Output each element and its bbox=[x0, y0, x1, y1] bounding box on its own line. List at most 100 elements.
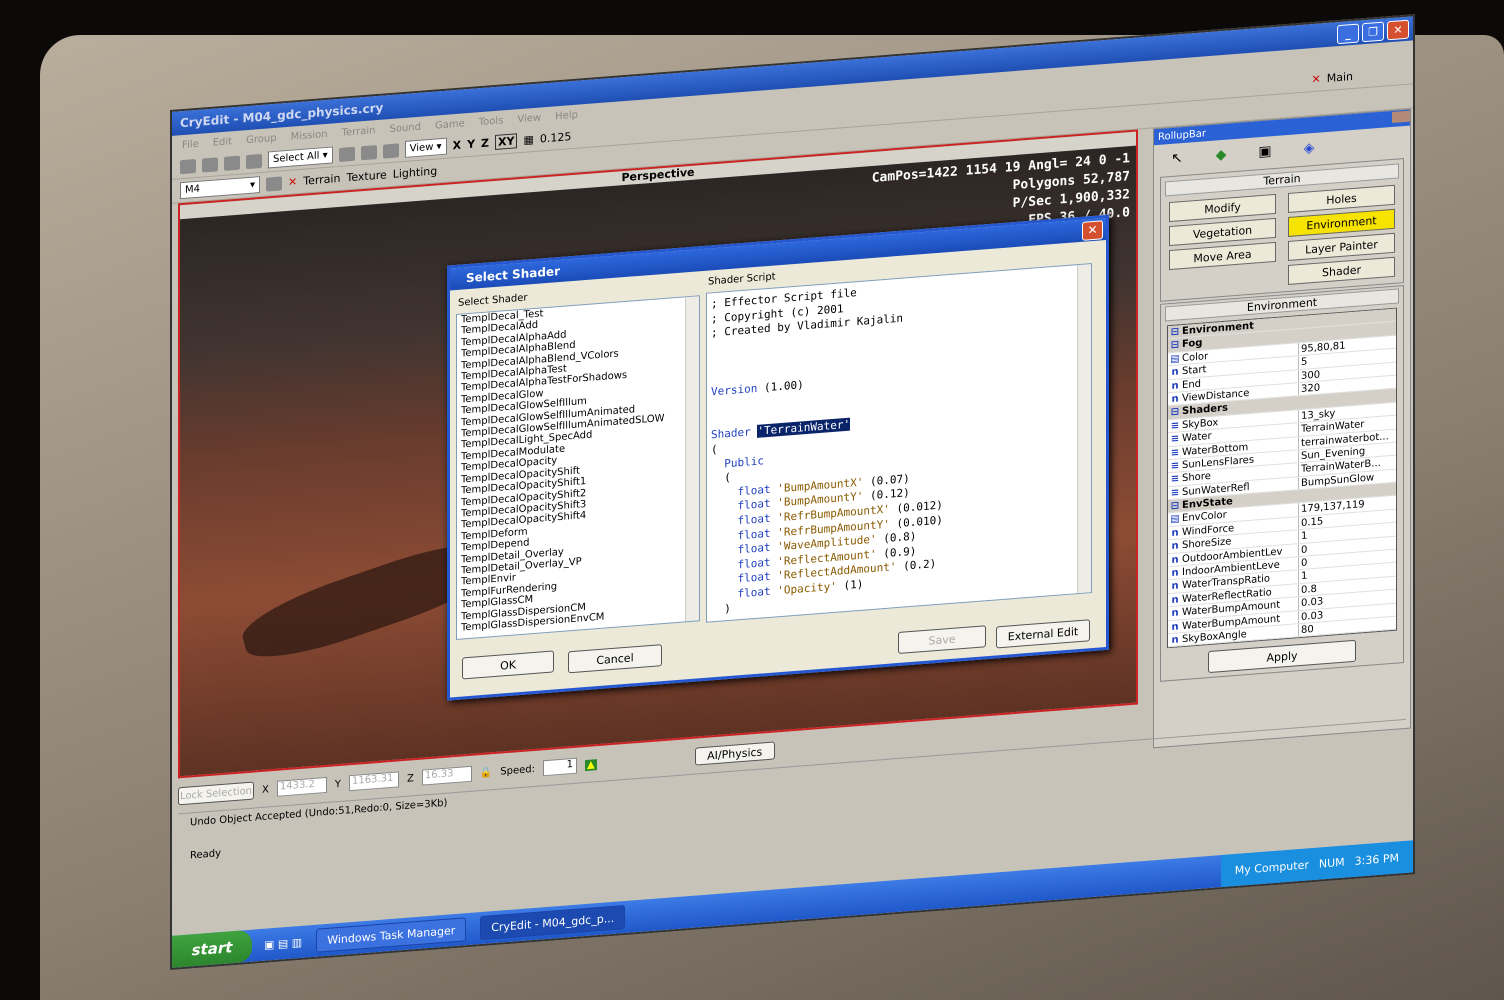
script-param-value: (0.010) bbox=[896, 513, 943, 530]
delete-icon[interactable]: ✕ bbox=[1312, 72, 1321, 86]
texture-tab[interactable]: Texture bbox=[346, 168, 386, 184]
axis-xy-button[interactable]: XY bbox=[495, 133, 518, 150]
grid-size[interactable]: 0.125 bbox=[540, 130, 572, 145]
redo-icon[interactable] bbox=[246, 153, 262, 169]
number-prop-icon: n bbox=[1171, 580, 1179, 593]
shader-script-editor[interactable]: ; Effector Script file ; Copyright (c) 2… bbox=[706, 263, 1092, 623]
rollup-button-modify[interactable]: Modify bbox=[1169, 193, 1276, 223]
rotate-icon[interactable] bbox=[382, 142, 399, 159]
undo-icon[interactable] bbox=[224, 155, 240, 171]
axis-y-button[interactable]: Y bbox=[467, 138, 475, 152]
main-button[interactable]: Main bbox=[1327, 65, 1413, 85]
rollup-button-move-area[interactable]: Move Area bbox=[1169, 241, 1276, 271]
shader-list[interactable]: TemplDecal_Test TemplDecalAdd TemplDecalAl… bbox=[456, 295, 700, 640]
menu-item-sound[interactable]: Sound bbox=[389, 121, 421, 134]
display-tab-icon[interactable]: ▣ bbox=[1250, 140, 1280, 164]
shader-script-label: Shader Script bbox=[708, 271, 776, 288]
color-prop-icon: ▤ bbox=[1170, 513, 1180, 526]
move-icon[interactable] bbox=[360, 144, 377, 160]
string-prop-icon: ≡ bbox=[1170, 487, 1180, 499]
save-icon[interactable] bbox=[202, 156, 218, 173]
task-manager-task[interactable]: Windows Task Manager bbox=[316, 917, 467, 953]
lock-icon[interactable]: 🔒 bbox=[480, 767, 492, 779]
script-param-type: float bbox=[737, 497, 771, 513]
menu-item-group[interactable]: Group bbox=[246, 132, 276, 145]
y-field[interactable]: 1163.31 bbox=[348, 771, 399, 792]
script-shader-keyword: Shader bbox=[711, 425, 751, 442]
script-open-paren: ( bbox=[711, 442, 718, 457]
menu-item-edit[interactable]: Edit bbox=[213, 136, 232, 148]
collapse-icon: ⊟ bbox=[1170, 406, 1180, 419]
axis-z-button[interactable]: Z bbox=[481, 136, 489, 150]
terrain-tab-icon[interactable]: ◆ bbox=[1206, 143, 1236, 167]
layers-tab-icon[interactable]: ◈ bbox=[1294, 136, 1324, 160]
script-param-name: 'Opacity' bbox=[777, 579, 837, 598]
menu-item-game[interactable]: Game bbox=[435, 118, 465, 131]
terrain-follow-icon[interactable]: ▲ bbox=[585, 758, 597, 771]
rollup-bar: RollupBar ↖ ◆ ▣ ◈ Terrain Modify Holes Veg… bbox=[1153, 108, 1411, 749]
remove-icon[interactable]: ✕ bbox=[288, 175, 297, 189]
script-scrollbar[interactable] bbox=[1077, 264, 1091, 594]
menu-item-tools[interactable]: Tools bbox=[479, 115, 504, 128]
shader-list-label: Select Shader bbox=[458, 292, 528, 309]
minimize-button[interactable]: _ bbox=[1337, 23, 1359, 44]
save-button[interactable]: Save bbox=[898, 625, 986, 654]
ok-button[interactable]: OK bbox=[462, 650, 554, 680]
select-tab-icon[interactable]: ↖ bbox=[1162, 146, 1192, 170]
rollup-button-holes[interactable]: Holes bbox=[1288, 184, 1395, 213]
script-version-keyword: Version bbox=[711, 381, 758, 398]
select-icon[interactable] bbox=[338, 146, 355, 162]
view-combo[interactable]: View ▾ bbox=[404, 137, 447, 158]
string-prop-icon: ≡ bbox=[1170, 460, 1180, 472]
shader-list-scrollbar[interactable] bbox=[685, 296, 699, 622]
script-param-value: (0.8) bbox=[883, 529, 917, 546]
x-field[interactable]: 1433.2 bbox=[276, 776, 327, 797]
number-prop-icon: n bbox=[1171, 594, 1179, 606]
terrain-group: Terrain Modify Holes Vegetation Environment… bbox=[1160, 158, 1404, 302]
maximize-button[interactable]: ❐ bbox=[1362, 21, 1384, 42]
external-edit-button[interactable]: External Edit bbox=[996, 619, 1090, 649]
environment-group: Environment ⊟ Environment ⊟ Fog ▤ Color 95,80,… bbox=[1160, 110, 1410, 683]
script-param-value: (0.9) bbox=[883, 544, 917, 560]
speed-field[interactable]: 1 bbox=[543, 757, 577, 777]
rollup-button-layer-painter[interactable]: Layer Painter bbox=[1288, 232, 1395, 261]
rollup-button-vegetation[interactable]: Vegetation bbox=[1169, 217, 1276, 247]
number-prop-icon: n bbox=[1171, 540, 1179, 553]
number-prop-icon: n bbox=[1171, 379, 1179, 392]
string-prop-icon: ≡ bbox=[1170, 433, 1180, 446]
cryedit-task[interactable]: CryEdit - M04_gdc_p... bbox=[480, 904, 626, 941]
select-shader-dialog: Select Shader ✕ Select Shader Shader Scr… bbox=[447, 214, 1109, 701]
menu-item-mission[interactable]: Mission bbox=[291, 128, 328, 142]
close-button[interactable]: ✕ bbox=[1387, 19, 1409, 40]
select-all-combo[interactable]: Select All ▾ bbox=[268, 146, 333, 169]
grid-icon: ▦ bbox=[523, 133, 534, 147]
menu-item-file[interactable]: File bbox=[182, 138, 199, 150]
speed-label: Speed: bbox=[500, 763, 535, 778]
terrain-tab[interactable]: Terrain bbox=[303, 172, 340, 188]
lighting-tab[interactable]: Lighting bbox=[393, 164, 437, 180]
menu-item-view[interactable]: View bbox=[517, 112, 541, 125]
open-icon[interactable] bbox=[180, 158, 196, 174]
my-computer-label[interactable]: My Computer bbox=[1235, 858, 1309, 877]
color-swatch[interactable] bbox=[1392, 110, 1410, 123]
start-button[interactable]: start bbox=[172, 929, 252, 968]
ai-physics-button[interactable]: AI/Physics bbox=[694, 741, 775, 766]
lock-selection-button[interactable]: Lock Selection bbox=[178, 781, 254, 806]
cancel-button[interactable]: Cancel bbox=[568, 644, 662, 674]
rollup-button-shader[interactable]: Shader bbox=[1288, 256, 1395, 285]
dialog-close-button[interactable]: ✕ bbox=[1082, 219, 1103, 241]
axis-x-button[interactable]: X bbox=[453, 139, 461, 153]
rollup-button-environment[interactable]: Environment bbox=[1288, 208, 1395, 237]
string-prop-icon: ≡ bbox=[1170, 446, 1180, 459]
apply-button[interactable]: Apply bbox=[1208, 640, 1356, 674]
quicklaunch-icons[interactable]: ▣ ▤ ▥ bbox=[264, 935, 302, 951]
script-param-value: (1) bbox=[843, 577, 864, 593]
menu-item-help[interactable]: Help bbox=[555, 109, 578, 122]
layer-combo[interactable]: M4 ▾ bbox=[180, 176, 260, 200]
z-field[interactable]: 16.33 bbox=[421, 765, 472, 786]
color-prop-icon: ▤ bbox=[1170, 353, 1180, 365]
layer-icon[interactable] bbox=[266, 175, 282, 192]
screen: CryEdit - M04_gdc_physics.cry _ ❐ ✕ File… bbox=[170, 14, 1415, 971]
menu-item-terrain[interactable]: Terrain bbox=[342, 125, 376, 139]
collapse-icon: ⊟ bbox=[1170, 339, 1180, 352]
